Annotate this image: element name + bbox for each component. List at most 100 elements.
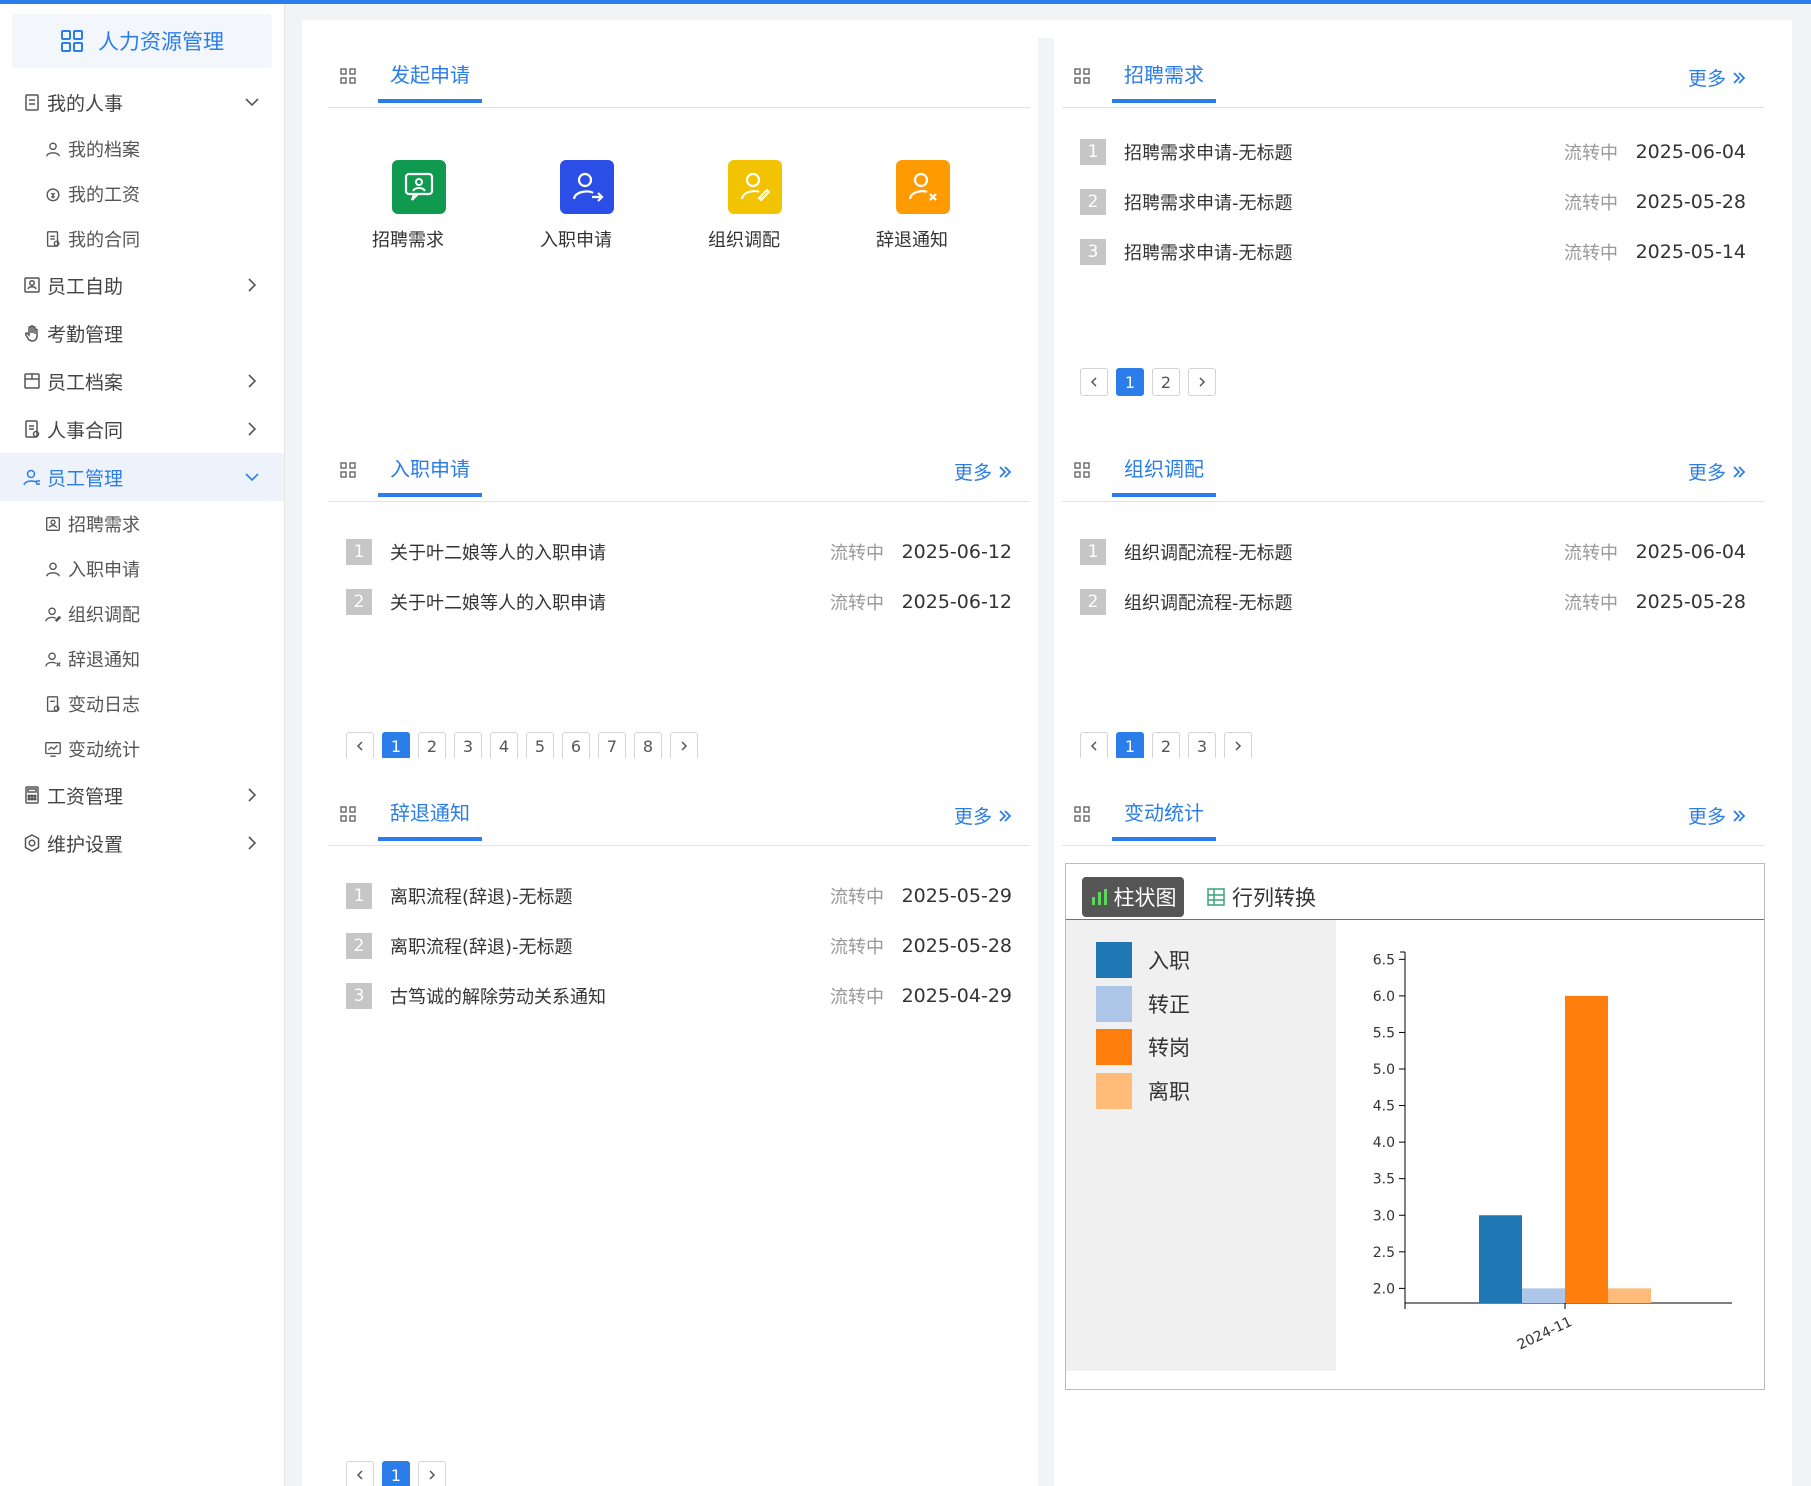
app-brand[interactable]: 人力资源管理 bbox=[12, 14, 272, 68]
pager-prev-button[interactable] bbox=[346, 732, 374, 760]
sidebar-subitem-0-2[interactable]: 我的合同 bbox=[0, 216, 284, 261]
launch-panel-header: 发起申请 bbox=[328, 20, 1030, 108]
sidebar-subitem-5-3[interactable]: 辞退通知 bbox=[0, 636, 284, 681]
row-title[interactable]: 招聘需求申请-无标题 bbox=[1124, 189, 1293, 215]
stats-more-link[interactable]: 更多 bbox=[1688, 802, 1746, 829]
legend-entry-2[interactable]: 转岗 bbox=[1096, 1029, 1190, 1065]
pager-page-button[interactable]: 4 bbox=[490, 732, 518, 760]
more-label: 更多 bbox=[1687, 462, 1726, 484]
pager-page-button[interactable]: 2 bbox=[418, 732, 446, 760]
pager-page-button[interactable]: 2 bbox=[1152, 368, 1180, 396]
double-chevron-right-icon bbox=[1733, 809, 1746, 822]
legend-entry-3[interactable]: 离职 bbox=[1096, 1072, 1190, 1109]
row-title[interactable]: 招聘需求申请-无标题 bbox=[1124, 239, 1293, 265]
list-item[interactable]: 2 招聘需求申请-无标题 流转中 2025-05-28 bbox=[1080, 177, 1746, 227]
sidebar-item-5[interactable]: 员工管理 bbox=[0, 453, 284, 501]
legend-entry-1[interactable]: 转正 bbox=[1096, 985, 1190, 1022]
row-title[interactable]: 离职流程(辞退)-无标题 bbox=[390, 933, 573, 959]
sidebar-item-6[interactable]: 工资管理 bbox=[0, 771, 284, 819]
row-title[interactable]: 组织调配流程-无标题 bbox=[1124, 539, 1293, 565]
pager-page-button[interactable]: 1 bbox=[382, 1461, 410, 1486]
onboard-panel-title[interactable]: 入职申请 bbox=[378, 454, 482, 497]
transfer-more-link[interactable]: 更多 bbox=[1688, 458, 1746, 485]
pager-page-button[interactable]: 2 bbox=[1152, 732, 1180, 760]
row-title[interactable]: 关于叶二娘等人的入职申请 bbox=[390, 539, 606, 565]
launch-panel-title[interactable]: 发起申请 bbox=[378, 60, 482, 103]
dismiss-panel-title[interactable]: 辞退通知 bbox=[378, 798, 482, 841]
bar-0[interactable] bbox=[1479, 1215, 1522, 1303]
tab-pivot[interactable]: 行列转换 bbox=[1206, 877, 1316, 917]
bar-3[interactable] bbox=[1608, 1288, 1651, 1303]
quick-action-0[interactable]: 招聘需求 bbox=[372, 160, 540, 252]
sidebar-item-0[interactable]: 我的人事 bbox=[0, 78, 284, 126]
sidebar-item-3[interactable]: 员工档案 bbox=[0, 357, 284, 405]
recruit-panel-title[interactable]: 招聘需求 bbox=[1112, 60, 1216, 103]
bar-2[interactable] bbox=[1565, 995, 1608, 1303]
transfer-panel: 组织调配 更多 1 组织调配流程-无标题 流转中 2025-06-04 2 组织调配流程-无标… bbox=[1054, 414, 1772, 760]
sidebar-subitem-label: 变动日志 bbox=[68, 694, 140, 716]
recruit-more-link[interactable]: 更多 bbox=[1688, 64, 1746, 91]
sidebar-subitem-5-2[interactable]: 组织调配 bbox=[0, 591, 284, 636]
pager-page-button[interactable]: 6 bbox=[562, 732, 590, 760]
pager-next-button[interactable] bbox=[1224, 732, 1252, 760]
chevron-down-icon bbox=[245, 473, 259, 482]
pager-page-button[interactable]: 3 bbox=[454, 732, 482, 760]
list-item[interactable]: 1 关于叶二娘等人的入职申请 流转中 2025-06-12 bbox=[346, 527, 1012, 577]
quick-action-1[interactable]: 入职申请 bbox=[540, 160, 708, 252]
pager-page-button[interactable]: 8 bbox=[634, 732, 662, 760]
row-title[interactable]: 关于叶二娘等人的入职申请 bbox=[390, 589, 606, 615]
launch-panel: 发起申请 招聘需求 入职申请 组织调配 辞退通知 bbox=[320, 20, 1038, 414]
pager-page-button[interactable]: 5 bbox=[526, 732, 554, 760]
pager-prev-button[interactable] bbox=[1080, 732, 1108, 760]
quick-action-3[interactable]: 辞退通知 bbox=[876, 160, 1044, 252]
user-remove-icon bbox=[45, 651, 61, 667]
stats-panel-title[interactable]: 变动统计 bbox=[1112, 798, 1216, 841]
sidebar-subitem-5-4[interactable]: 变动日志 bbox=[0, 681, 284, 726]
pager-page-button[interactable]: 3 bbox=[1188, 732, 1216, 760]
sidebar-subitem-0-0[interactable]: 我的档案 bbox=[0, 126, 284, 171]
list-item[interactable]: 3 招聘需求申请-无标题 流转中 2025-05-14 bbox=[1080, 227, 1746, 277]
tab-bar-chart[interactable]: 柱状图 bbox=[1082, 877, 1184, 917]
dismiss-more-link[interactable]: 更多 bbox=[954, 802, 1012, 829]
pager-page-button[interactable]: 1 bbox=[382, 732, 410, 760]
pager-prev-button[interactable] bbox=[346, 1461, 374, 1486]
sidebar-item-7[interactable]: 维护设置 bbox=[0, 819, 284, 867]
pager-page-button[interactable]: 1 bbox=[1116, 732, 1144, 760]
row-title[interactable]: 组织调配流程-无标题 bbox=[1124, 589, 1293, 615]
transfer-panel-title[interactable]: 组织调配 bbox=[1112, 454, 1216, 497]
sidebar-item-4[interactable]: 人事合同 bbox=[0, 405, 284, 453]
bar-1[interactable] bbox=[1522, 1288, 1565, 1303]
pager-next-button[interactable] bbox=[670, 732, 698, 760]
list-item[interactable]: 2 关于叶二娘等人的入职申请 流转中 2025-06-12 bbox=[346, 577, 1012, 627]
onboard-more-link[interactable]: 更多 bbox=[954, 458, 1012, 485]
list-item[interactable]: 2 离职流程(辞退)-无标题 流转中 2025-05-28 bbox=[346, 921, 1012, 971]
sidebar-item-label: 员工自助 bbox=[47, 275, 124, 298]
row-title[interactable]: 古笃诚的解除劳动关系通知 bbox=[390, 983, 606, 1009]
row-title[interactable]: 离职流程(辞退)-无标题 bbox=[390, 883, 573, 909]
list-item[interactable]: 2 组织调配流程-无标题 流转中 2025-05-28 bbox=[1080, 577, 1746, 627]
sidebar-subitem-5-5[interactable]: 变动统计 bbox=[0, 726, 284, 771]
sidebar-item-1[interactable]: 员工自助 bbox=[0, 261, 284, 309]
legend-label: 转正 bbox=[1148, 992, 1190, 1017]
pager-page-button[interactable]: 1 bbox=[1116, 368, 1144, 396]
id-card-icon bbox=[46, 516, 60, 531]
sidebar-subitem-5-0[interactable]: 招聘需求 bbox=[0, 501, 284, 546]
chevron-right-icon bbox=[248, 788, 257, 802]
list-item[interactable]: 1 离职流程(辞退)-无标题 流转中 2025-05-29 bbox=[346, 871, 1012, 921]
legend-entry-0[interactable]: 入职 bbox=[1096, 942, 1190, 978]
pager-prev-button[interactable] bbox=[1080, 368, 1108, 396]
pager-next-button[interactable] bbox=[1188, 368, 1216, 396]
sidebar-subitem-5-1[interactable]: 入职申请 bbox=[0, 546, 284, 591]
list-item[interactable]: 1 招聘需求申请-无标题 流转中 2025-06-04 bbox=[1080, 127, 1746, 177]
row-index: 3 bbox=[346, 983, 372, 1009]
sidebar-item-2[interactable]: 考勤管理 bbox=[0, 309, 284, 357]
pager-next-button[interactable] bbox=[418, 1461, 446, 1486]
quick-action-2[interactable]: 组织调配 bbox=[708, 160, 876, 252]
dismiss-icon bbox=[908, 172, 937, 201]
list-item[interactable]: 3 古笃诚的解除劳动关系通知 流转中 2025-04-29 bbox=[346, 971, 1012, 1021]
row-title[interactable]: 招聘需求申请-无标题 bbox=[1124, 139, 1293, 165]
pager-page-button[interactable]: 7 bbox=[598, 732, 626, 760]
sidebar-subitem-0-1[interactable]: 我的工资 bbox=[0, 171, 284, 216]
grid-icon bbox=[61, 30, 83, 52]
list-item[interactable]: 1 组织调配流程-无标题 流转中 2025-06-04 bbox=[1080, 527, 1746, 577]
